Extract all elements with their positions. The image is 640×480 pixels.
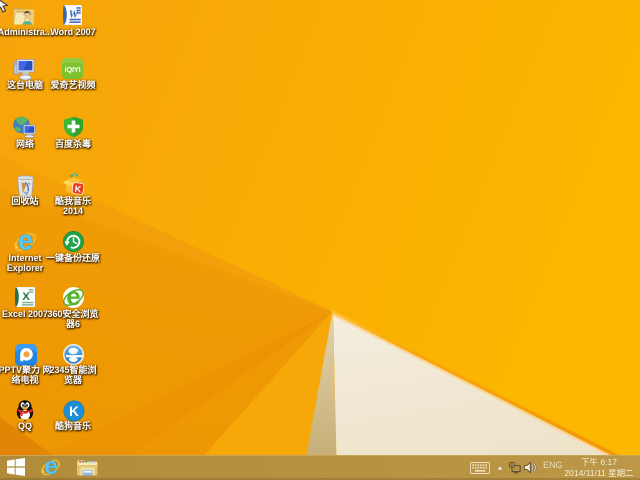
svg-text:e: e [18,230,34,253]
svg-text:e: e [44,457,58,477]
svg-text:K: K [69,404,79,419]
svg-text:iQIYI: iQIYI [64,65,80,74]
